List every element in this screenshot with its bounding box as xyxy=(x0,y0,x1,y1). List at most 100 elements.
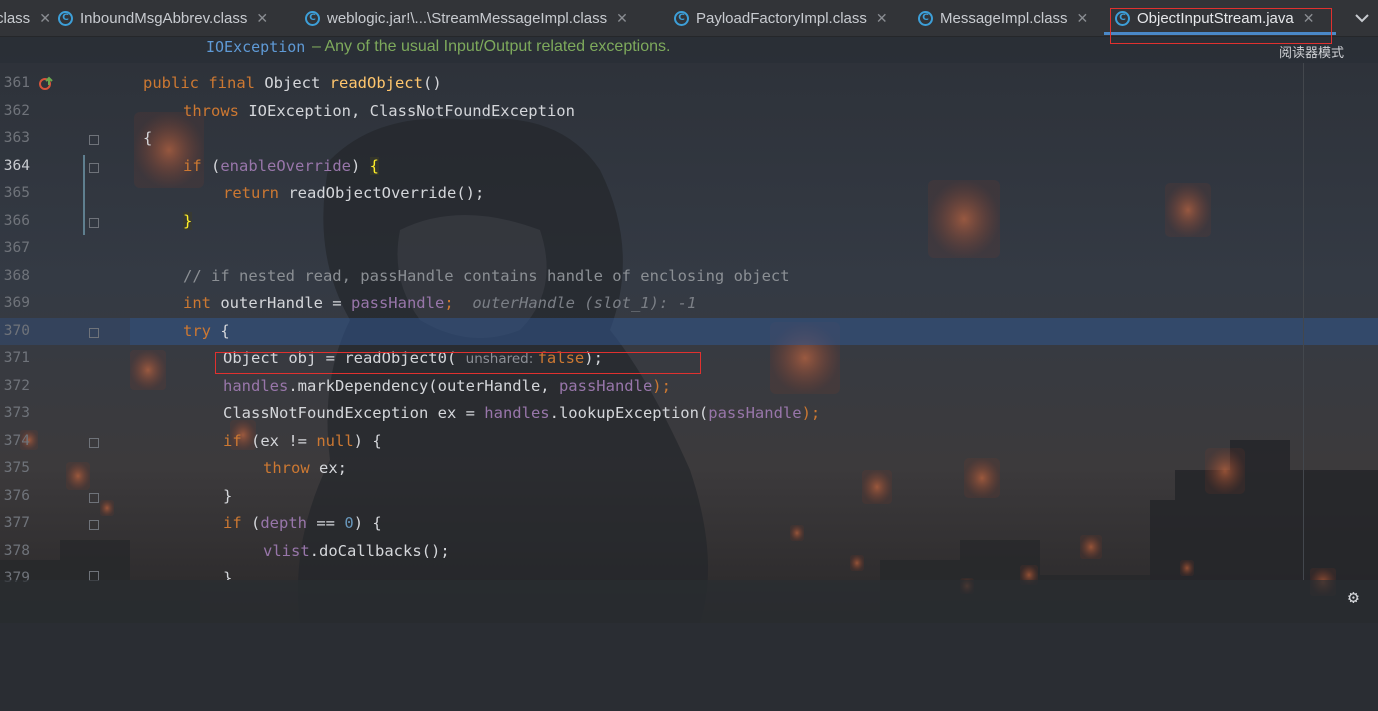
token-number: 0 xyxy=(344,514,354,532)
token-keyword: throw xyxy=(263,459,319,477)
fold-marker-icon[interactable] xyxy=(89,438,99,448)
token-punct: (); xyxy=(456,184,485,202)
chevron-down-icon[interactable] xyxy=(1346,0,1378,36)
code-line-375[interactable]: throw ex; xyxy=(263,455,347,482)
token-keyword: if xyxy=(223,514,251,532)
reader-mode-button[interactable]: 阅读器模式 xyxy=(1279,42,1344,61)
code-editor[interactable]: public final Object readObject() throws … xyxy=(0,63,820,711)
token-field: passHandle xyxy=(708,404,802,422)
code-line-366[interactable]: } xyxy=(183,208,193,235)
tab-partial-class[interactable]: class ✕ xyxy=(0,0,51,36)
fold-marker-icon[interactable] xyxy=(89,163,99,173)
editor-bottom-strip xyxy=(0,580,1378,623)
token-punct: ) { xyxy=(353,432,382,450)
token-field: depth xyxy=(260,514,308,532)
token-keyword: return xyxy=(223,184,289,202)
token-text: .markDependency(outerHandle, xyxy=(288,377,559,395)
close-icon[interactable]: ✕ xyxy=(876,10,888,27)
code-line-370[interactable]: try { xyxy=(183,318,230,345)
token-punct: ); xyxy=(801,404,821,422)
code-line-365[interactable]: return readObjectOverride(); xyxy=(223,180,484,207)
fold-marker-icon[interactable] xyxy=(89,328,99,338)
code-line-363[interactable]: { xyxy=(143,125,152,152)
token-punct: ( xyxy=(251,514,261,532)
token-keyword: if xyxy=(223,432,251,450)
token-punct: == xyxy=(307,514,345,532)
code-line-362[interactable]: throws IOException, ClassNotFoundExcepti… xyxy=(183,98,575,125)
class-file-icon: C xyxy=(58,10,73,26)
vcs-change-marker[interactable] xyxy=(83,155,85,235)
fold-marker-icon[interactable] xyxy=(89,135,99,145)
token-method-call: readObjectOverride xyxy=(288,184,457,202)
fold-marker-icon[interactable] xyxy=(89,218,99,228)
token-comment: // if nested read, passHandle contains h… xyxy=(183,267,790,285)
token-method-name: readObject xyxy=(329,74,423,92)
token-punct: ; xyxy=(444,294,454,312)
tab-label: MessageImpl.class xyxy=(940,9,1068,27)
code-line-379[interactable]: } xyxy=(223,565,232,580)
code-line-377[interactable]: if (depth == 0) { xyxy=(223,510,382,537)
code-line-372[interactable]: handles.markDependency(outerHandle, pass… xyxy=(223,373,671,400)
code-line-368[interactable]: // if nested read, passHandle contains h… xyxy=(183,263,790,290)
token-punct: ( xyxy=(211,157,221,175)
code-line-378[interactable]: vlist.doCallbacks(); xyxy=(263,538,450,565)
token-field: passHandle xyxy=(350,294,445,312)
right-margin-guide xyxy=(1303,63,1304,580)
fold-marker-icon[interactable] xyxy=(89,520,99,530)
token-field: enableOverride xyxy=(220,157,351,175)
class-file-icon: C xyxy=(918,10,933,26)
gear-icon[interactable]: ⚙ xyxy=(1348,587,1359,608)
code-line-364[interactable]: if (enableOverride) { xyxy=(183,153,380,180)
token-keyword: throws xyxy=(183,102,249,120)
tab-messageimpl[interactable]: C MessageImpl.class ✕ xyxy=(918,0,1088,36)
token-keyword: int xyxy=(183,294,221,312)
close-icon[interactable]: ✕ xyxy=(1077,10,1089,27)
token-brace: } xyxy=(223,569,233,580)
debugger-inline-value: outerHandle (slot_1): -1 xyxy=(472,294,697,312)
tab-inboundmsgabbrev[interactable]: C InboundMsgAbbrev.class ✕ xyxy=(58,0,268,36)
code-line-361[interactable]: public final Object readObject() xyxy=(143,70,442,97)
token-brace-matched: } xyxy=(183,212,193,230)
close-icon[interactable]: ✕ xyxy=(616,10,628,27)
token-text: .lookupException( xyxy=(549,404,709,422)
token-text: ClassNotFoundException ex = xyxy=(223,404,485,422)
doc-exception-link[interactable]: IOException xyxy=(206,36,305,58)
token-text: .doCallbacks(); xyxy=(309,542,450,560)
tab-streammessageimpl[interactable]: C weblogic.jar!\...\StreamMessageImpl.cl… xyxy=(305,0,628,36)
token-text: ex; xyxy=(319,459,347,477)
token-text: IOException, ClassNotFoundException xyxy=(248,102,575,120)
class-file-icon: C xyxy=(305,10,320,26)
token-brace: { xyxy=(143,129,153,147)
token-text: outerHandle = xyxy=(220,294,351,312)
tab-label: weblogic.jar!\...\StreamMessageImpl.clas… xyxy=(327,9,608,27)
token-brace: { xyxy=(220,322,230,340)
annotation-box-active-tab xyxy=(1110,8,1332,44)
code-line-373[interactable]: ClassNotFoundException ex = handles.look… xyxy=(223,400,820,427)
tab-label: InboundMsgAbbrev.class xyxy=(80,9,248,27)
token-keyword: null xyxy=(316,432,354,450)
class-file-icon: C xyxy=(674,10,689,26)
tab-label: PayloadFactoryImpl.class xyxy=(696,9,867,27)
token-punct: ) xyxy=(351,157,370,175)
doc-description: – Any of the usual Input/Output related … xyxy=(312,38,671,55)
close-icon[interactable]: ✕ xyxy=(256,10,268,27)
override-marker-icon[interactable] xyxy=(38,76,54,96)
token-field: passHandle xyxy=(558,377,653,395)
close-icon[interactable]: ✕ xyxy=(39,10,51,27)
token-keyword: public final xyxy=(143,74,265,92)
caret-line-highlight xyxy=(130,318,1378,345)
token-field: vlist xyxy=(263,542,310,560)
token-field: handles xyxy=(484,404,550,422)
code-line-376[interactable]: } xyxy=(223,483,232,510)
token-text: (ex != xyxy=(251,432,317,450)
token-field: handles xyxy=(223,377,289,395)
code-line-369[interactable]: int outerHandle = passHandle; outerHandl… xyxy=(183,290,696,317)
annotation-box-readobject0-call xyxy=(215,352,701,374)
token-keyword: try xyxy=(183,322,221,340)
tab-payloadfactoryimpl[interactable]: C PayloadFactoryImpl.class ✕ xyxy=(674,0,888,36)
token-type: Object xyxy=(264,74,330,92)
token-punct: ) { xyxy=(353,514,382,532)
fold-marker-icon[interactable] xyxy=(89,493,99,503)
token-punct: () xyxy=(422,74,442,92)
code-line-374[interactable]: if (ex != null) { xyxy=(223,428,382,455)
